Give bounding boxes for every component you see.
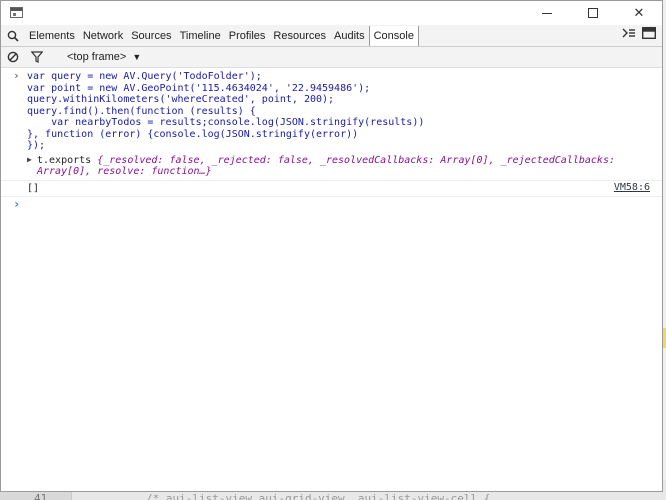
command-prompt-icon: › [13,69,20,82]
maximize-button[interactable] [570,1,616,25]
result-object-preview: {_resolved: false, _rejected: false, _re… [97,154,615,166]
input-prompt-icon: › [13,197,21,211]
expand-triangle-icon[interactable]: ▶ [27,155,32,164]
filter-icon[interactable] [25,47,49,68]
minimize-button[interactable] [524,1,570,25]
console-result-message[interactable]: ▶ t.exports {_resolved: false, _rejected… [1,154,662,181]
console-drawer-icon[interactable] [622,27,636,42]
close-icon: ✕ [633,5,645,20]
tab-audits[interactable]: Audits [330,25,369,47]
minimize-icon [542,12,552,14]
tab-sources[interactable]: Sources [127,25,175,47]
frame-selector-label: <top frame> [67,51,127,63]
console-output[interactable]: › var query = new AV.Query('TodoFolder')… [1,69,662,491]
result-object-type: t.exports [37,154,98,166]
code-line: query.find().then(function (results) { [27,105,256,117]
tab-resources[interactable]: Resources [269,25,330,47]
search-icon[interactable] [1,25,25,47]
log-source-link[interactable]: VM58:6 [614,182,650,193]
tab-timeline[interactable]: Timeline [176,25,225,47]
console-log-message: [] VM58:6 [1,181,662,197]
app-window-icon [10,7,23,18]
code-line: }); [27,140,46,151]
frame-selector[interactable]: <top frame> ▼ [67,51,141,63]
tab-console[interactable]: Console [368,26,419,46]
tab-network[interactable]: Network [79,25,127,47]
dock-side-icon[interactable] [641,26,657,42]
editor-line-number: 41 [34,492,48,500]
tab-elements[interactable]: Elements [25,25,79,47]
clear-console-icon[interactable] [1,47,25,68]
code-line: }, function (error) {console.log(JSON.st… [27,128,359,140]
close-button[interactable]: ✕ [616,1,662,25]
console-prompt-line[interactable]: › [1,197,662,213]
result-object-preview-cont: Array[0], resolve: function…} [37,166,212,177]
code-line: var nearbyTodos = results;console.log(JS… [27,117,425,128]
chevron-down-icon: ▼ [132,52,142,62]
code-line: query.withinKilometers('whereCreated', p… [27,94,335,105]
editor-code-line: /* aui-list-view aui-grid-view .aui-list… [146,492,491,500]
code-line: var query = new AV.Query('TodoFolder'); [27,71,262,82]
devtools-window: ✕ Elements Network Sources Timeline Prof… [0,0,663,492]
panel-tab-bar: Elements Network Sources Timeline Profil… [1,25,662,47]
console-toolbar: <top frame> ▼ [1,47,662,68]
console-input-message: › var query = new AV.Query('TodoFolder')… [1,69,662,154]
title-bar: ✕ [1,1,662,25]
log-output-text: [] [27,182,40,194]
tab-profiles[interactable]: Profiles [225,25,270,47]
maximize-icon [588,8,598,18]
code-line: var point = new AV.GeoPoint('115.4634024… [27,82,371,94]
